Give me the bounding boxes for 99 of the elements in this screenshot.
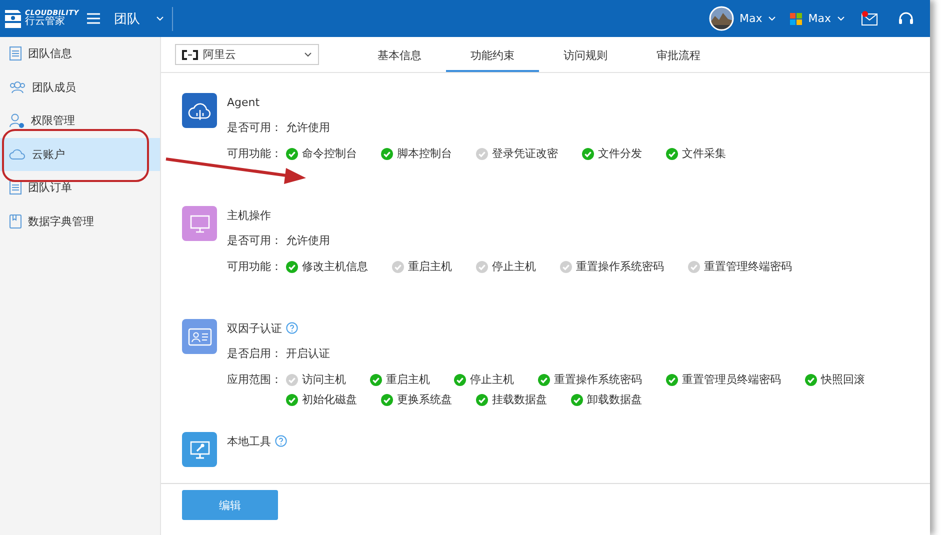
status-value: 允许使用 — [286, 233, 330, 249]
feature-label: 修改主机信息 — [302, 259, 368, 275]
section-title: 主机操作 — [227, 208, 271, 222]
cloud-upload-icon — [188, 100, 212, 120]
logo-icon — [5, 8, 22, 28]
headset-icon[interactable] — [898, 11, 914, 26]
sidebar-label: 云账户 — [32, 146, 65, 162]
feature-label: 重置操作系统密码 — [576, 259, 664, 275]
document-icon — [9, 46, 22, 62]
check-icon — [688, 261, 700, 273]
sidebar-item[interactable]: 团队信息 — [0, 37, 160, 70]
four-squares-icon — [790, 12, 802, 24]
sidebar-item[interactable]: 数据字典管理 — [0, 204, 160, 238]
check-icon — [666, 374, 678, 386]
check-icon — [370, 374, 382, 386]
check-icon — [286, 394, 298, 406]
check-icon — [381, 148, 393, 160]
tab[interactable]: 功能约束 — [446, 40, 539, 72]
check-icon — [805, 374, 817, 386]
feature-label: 停止主机 — [470, 372, 514, 388]
team-dropdown[interactable] — [156, 16, 164, 21]
check-icon — [476, 394, 488, 406]
feature-label: 更换系统盘 — [397, 392, 452, 408]
feature-label: 访问主机 — [302, 372, 346, 388]
account-name[interactable]: Max — [808, 12, 831, 25]
tab[interactable]: 访问规则 — [539, 40, 632, 72]
feature-label: 重置管理员终端密码 — [682, 372, 781, 388]
section-title: Agent — [227, 96, 260, 108]
status-label: 是否可用： — [227, 233, 282, 249]
document-icon — [9, 180, 22, 196]
team-title: 团队 — [114, 10, 140, 28]
sidebar-label: 权限管理 — [31, 113, 75, 128]
users-icon — [9, 80, 26, 94]
feature-label: 文件分发 — [598, 146, 642, 162]
sidebar-label: 数据字典管理 — [28, 214, 94, 229]
check-icon — [476, 261, 488, 273]
sidebar-label: 团队订单 — [28, 180, 72, 196]
feature-label: 停止主机 — [492, 259, 536, 275]
monitor-wrench-icon — [188, 440, 210, 460]
check-icon — [286, 148, 298, 160]
tab[interactable]: 基本信息 — [353, 40, 446, 72]
check-icon — [582, 148, 594, 160]
check-icon — [286, 374, 298, 386]
sidebar-item[interactable]: 权限管理 — [0, 104, 160, 138]
sidebar-label: 团队信息 — [28, 46, 72, 62]
help-icon[interactable] — [286, 322, 298, 334]
caret-icon — [304, 52, 312, 57]
user-dropdown[interactable] — [768, 16, 776, 21]
status-value: 开启认证 — [286, 346, 330, 362]
monitor-icon — [188, 214, 210, 234]
id-card-icon — [188, 328, 212, 346]
feature-label: 命令控制台 — [302, 146, 357, 162]
sidebar-item[interactable]: 云账户 — [0, 138, 160, 171]
sidebar-label: 团队成员 — [32, 80, 76, 95]
check-icon — [571, 394, 583, 406]
caret-icon — [837, 16, 845, 21]
account-dropdown[interactable] — [837, 16, 845, 21]
check-icon — [476, 148, 488, 160]
caret-icon — [156, 16, 164, 21]
check-icon — [560, 261, 572, 273]
feature-label: 脚本控制台 — [397, 146, 452, 162]
features-label: 应用范围： — [227, 372, 282, 388]
feature-label: 重启主机 — [386, 372, 430, 388]
features-label: 可用功能： — [227, 259, 282, 275]
provider-select[interactable]: 阿里云 — [175, 44, 319, 65]
tab[interactable]: 审批流程 — [632, 40, 725, 72]
check-icon — [666, 148, 678, 160]
feature-label: 重启主机 — [408, 259, 452, 275]
user-gear-icon — [9, 112, 25, 129]
sidebar-item[interactable]: 团队订单 — [0, 171, 160, 204]
feature-label: 文件采集 — [682, 146, 726, 162]
check-icon — [538, 374, 550, 386]
feature-label: 快照回滚 — [821, 372, 865, 388]
section-title: 本地工具 — [227, 434, 271, 448]
section-title: 双因子认证 — [227, 320, 282, 336]
feature-label: 重置管理终端密码 — [704, 259, 792, 275]
check-icon — [454, 374, 466, 386]
mail-icon[interactable] — [861, 11, 878, 26]
feature-label: 重置操作系统密码 — [554, 372, 642, 388]
book-icon — [9, 214, 22, 229]
logo-subtitle: 行云管家 — [25, 17, 66, 27]
feature-label: 初始化磁盘 — [302, 392, 357, 408]
sidebar-item[interactable]: 团队成员 — [0, 70, 160, 104]
menu-icon[interactable] — [86, 13, 100, 24]
feature-label: 挂载数据盘 — [492, 392, 547, 408]
status-label: 是否启用： — [227, 346, 282, 362]
check-icon — [392, 261, 404, 273]
help-icon[interactable] — [275, 435, 287, 447]
bracket-logo-icon — [182, 50, 198, 60]
features-label: 可用功能： — [227, 146, 282, 162]
status-value: 允许使用 — [286, 120, 330, 136]
user-name[interactable]: Max — [740, 12, 762, 25]
check-icon — [286, 261, 298, 273]
check-icon — [381, 394, 393, 406]
cloud-icon — [9, 148, 26, 160]
caret-icon — [768, 16, 776, 21]
feature-label: 卸载数据盘 — [587, 392, 642, 408]
status-label: 是否可用： — [227, 120, 282, 136]
feature-label: 登录凭证改密 — [492, 146, 558, 162]
